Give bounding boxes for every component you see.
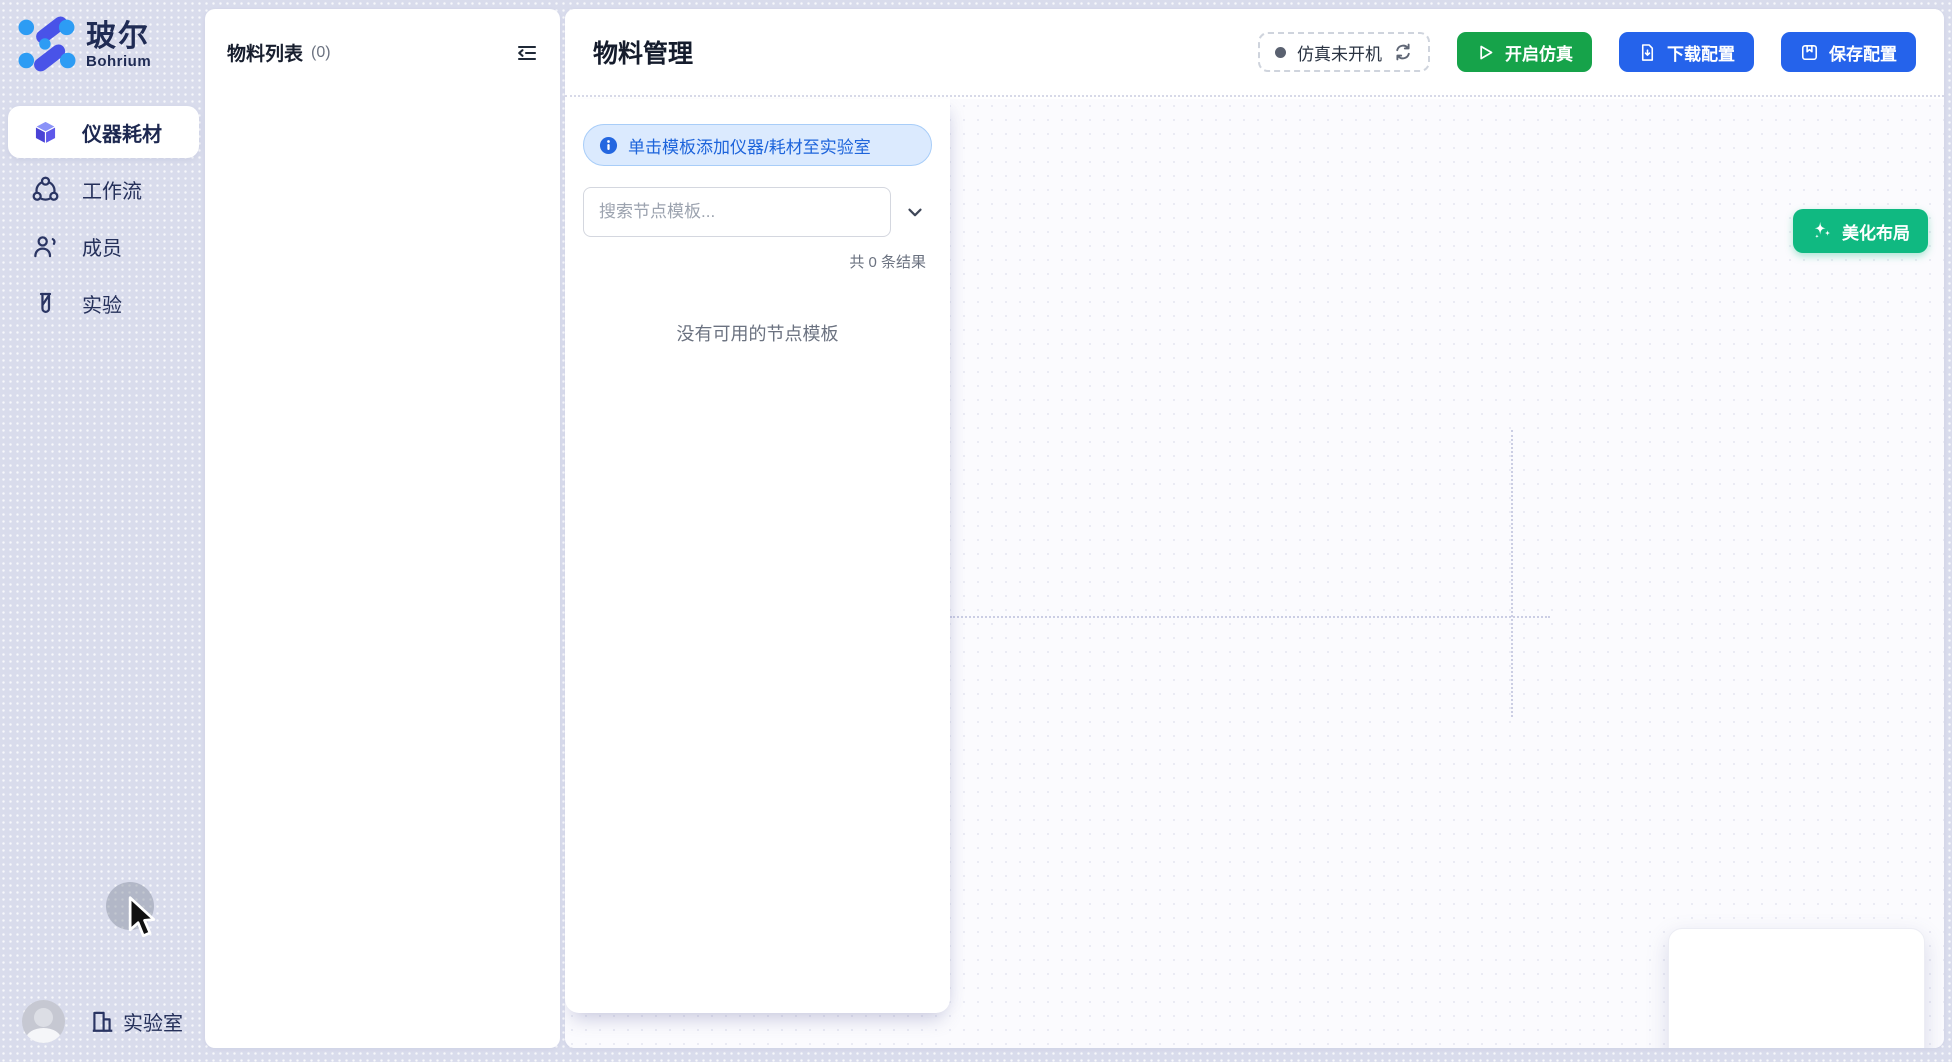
sidebar-item-instruments[interactable]: 仪器耗材 (8, 106, 199, 158)
download-config-button[interactable]: 下载配置 (1619, 32, 1754, 72)
empty-templates-message: 没有可用的节点模板 (583, 320, 932, 346)
info-icon (599, 136, 618, 155)
collapse-list-icon[interactable] (514, 40, 540, 66)
workflow-icon (30, 174, 60, 204)
building-icon (89, 1008, 115, 1034)
template-browser-panel: 单击模板添加仪器/耗材至实验室 共 0 条结果 没有可用的节点模板 (565, 99, 950, 1013)
download-config-label: 下载配置 (1667, 40, 1735, 65)
file-download-icon (1638, 43, 1657, 62)
mouse-cursor (124, 896, 160, 940)
chevron-down-icon[interactable] (902, 199, 928, 225)
brand-text: 玻尔 Bohrium (86, 20, 151, 70)
lab-label: 实验室 (123, 1007, 183, 1036)
beautify-layout-label: 美化布局 (1842, 219, 1910, 244)
material-management-panel: 物料管理 仿真未开机 (565, 9, 1944, 1048)
page-title: 物料管理 (593, 34, 693, 70)
sidebar-item-label: 实验 (82, 289, 122, 318)
brand-subname: Bohrium (86, 53, 151, 70)
canvas-guide-line-horizontal (950, 616, 1550, 618)
search-template-input[interactable] (583, 187, 891, 237)
search-result-count: 共 0 条结果 (583, 251, 932, 272)
sparkles-icon (1811, 220, 1833, 242)
minimap-panel[interactable] (1668, 928, 1925, 1048)
material-list-header: 物料列表 (0) (205, 9, 560, 66)
start-simulation-button[interactable]: 开启仿真 (1457, 32, 1592, 72)
main-header: 物料管理 仿真未开机 (565, 9, 1944, 97)
beautify-layout-button[interactable]: 美化布局 (1793, 209, 1928, 253)
header-actions: 仿真未开机 开启仿真 (1258, 32, 1916, 72)
save-icon (1800, 43, 1819, 62)
sidebar-footer: 实验室 (0, 998, 205, 1044)
avatar-head (34, 1008, 53, 1027)
app-background: 玻尔 Bohrium 仪器耗材 (0, 0, 1952, 1062)
template-search-row (583, 187, 932, 237)
status-dot-icon (1275, 47, 1286, 58)
template-hint-alert: 单击模板添加仪器/耗材至实验室 (583, 124, 932, 166)
material-list-panel: 物料列表 (0) (205, 9, 560, 1048)
save-config-label: 保存配置 (1829, 40, 1897, 65)
simulation-status-pill: 仿真未开机 (1258, 32, 1430, 72)
sidebar-item-label: 成员 (82, 232, 122, 261)
start-simulation-label: 开启仿真 (1505, 40, 1573, 65)
avatar-body (26, 1028, 61, 1043)
save-config-button[interactable]: 保存配置 (1781, 32, 1916, 72)
play-icon (1476, 43, 1495, 62)
sidebar-item-members[interactable]: 成员 (8, 220, 199, 272)
experiment-icon (30, 288, 60, 318)
brand: 玻尔 Bohrium (18, 16, 151, 74)
sidebar-item-lab[interactable]: 实验室 (89, 1007, 183, 1036)
material-list-title: 物料列表 (227, 39, 303, 66)
simulation-status-label: 仿真未开机 (1297, 40, 1382, 65)
cube-icon (30, 117, 60, 147)
canvas-guide-line-vertical (1511, 430, 1513, 717)
brand-name: 玻尔 (86, 20, 151, 53)
template-hint-text: 单击模板添加仪器/耗材至实验室 (628, 133, 871, 158)
sidebar-menu: 仪器耗材 工作流 (0, 106, 205, 334)
members-icon (30, 231, 60, 261)
sidebar-item-workflow[interactable]: 工作流 (8, 163, 199, 215)
avatar[interactable] (22, 1000, 65, 1043)
sidebar-item-experiment[interactable]: 实验 (8, 277, 199, 329)
sidebar-item-label: 工作流 (82, 175, 142, 204)
layout-canvas[interactable]: 单击模板添加仪器/耗材至实验室 共 0 条结果 没有可用的节点模板 (565, 99, 1944, 1048)
sidebar-item-label: 仪器耗材 (82, 118, 162, 147)
refresh-icon[interactable] (1393, 42, 1413, 62)
sidebar: 玻尔 Bohrium 仪器耗材 (0, 0, 205, 1062)
bohrium-logo-icon (18, 16, 76, 74)
material-list-count: (0) (311, 44, 331, 62)
